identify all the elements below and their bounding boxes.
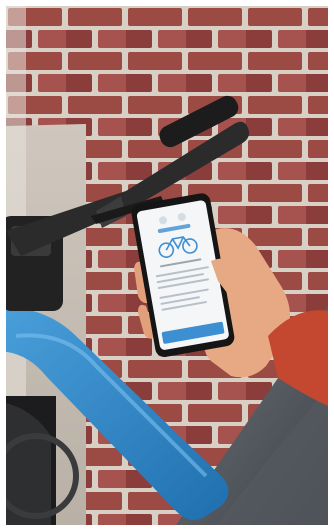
bike-phone-photo bbox=[6, 6, 328, 525]
photo-frame bbox=[0, 0, 334, 531]
